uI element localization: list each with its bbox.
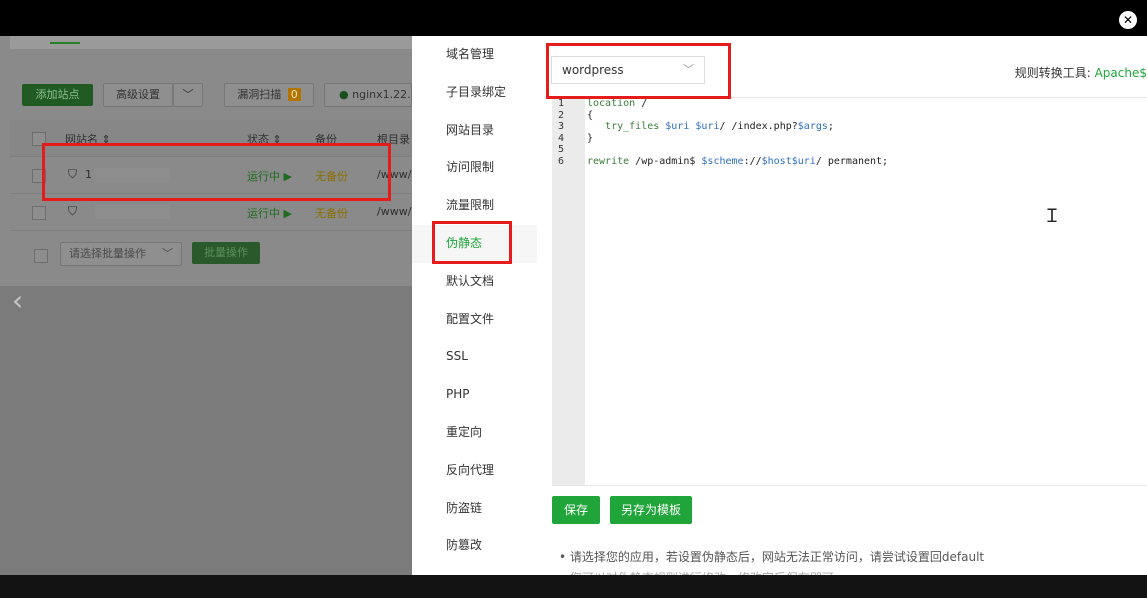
chevron-down-icon: ﹀ <box>182 88 194 101</box>
nav-item[interactable]: 子目录绑定 <box>412 74 537 112</box>
dialog-title-bar: ✕ <box>0 0 1147 36</box>
rewrite-rules-panel: wordpress ﹀ 规则转换工具: Apache$ 123456 locat… <box>537 36 1147 585</box>
col-backup: 备份 <box>315 133 337 146</box>
site-tabs <box>10 36 412 49</box>
nav-item[interactable]: 防盗链 <box>412 490 537 528</box>
redacted-site-name <box>95 168 170 182</box>
line-number: 5 <box>558 144 565 155</box>
nginx-icon: ● <box>339 88 349 101</box>
site-backup[interactable]: 无备份 <box>315 168 348 184</box>
line-number: 1 <box>558 98 565 109</box>
code-line[interactable]: try_files $uri $uri/ /index.php?$args; <box>587 121 1147 133</box>
nginx-status-button[interactable]: ● nginx1.22. <box>324 83 412 107</box>
nav-item[interactable]: 域名管理 <box>412 36 537 74</box>
select-value: wordpress <box>562 63 624 77</box>
col-status[interactable]: 状态 ⇕ <box>247 131 282 147</box>
col-site-name[interactable]: 网站名 ⇕ <box>65 131 111 147</box>
vuln-scan-label: 漏洞扫描 <box>237 88 282 101</box>
code-line[interactable]: location / <box>587 98 1147 110</box>
nav-item[interactable]: 配置文件 <box>412 301 537 339</box>
site-backup[interactable]: 无备份 <box>315 205 348 221</box>
line-number: 4 <box>558 132 565 144</box>
add-site-button[interactable]: 添加站点 <box>22 84 93 106</box>
waf-shield-icon: ⛉ <box>68 167 78 181</box>
site-status[interactable]: 运行中 ▶ <box>247 205 292 221</box>
vuln-count-badge: 0 <box>287 88 301 101</box>
nav-item[interactable]: 访问限制 <box>412 149 537 187</box>
rewrite-template-select[interactable]: wordpress ﹀ <box>551 56 705 84</box>
waf-shield-icon: ⛉ <box>68 204 78 218</box>
save-as-template-button[interactable]: 另存为模板 <box>610 496 692 524</box>
site-root-path[interactable]: /www/ <box>377 168 411 181</box>
select-all-checkbox[interactable] <box>32 132 46 146</box>
nav-item[interactable]: 重定向 <box>412 414 537 452</box>
dialog-bottom-bar <box>0 575 1147 598</box>
row-checkbox[interactable] <box>32 206 46 220</box>
nginx-version: nginx1.22. <box>352 88 411 101</box>
chevron-down-icon: ﹀ <box>162 247 173 260</box>
batch-select-label: 请选择批量操作 <box>69 247 146 260</box>
advanced-settings-button[interactable]: 高级设置 <box>103 83 173 107</box>
hint-text: • 请选择您的应用，若设置伪静态后，网站无法正常访问，请尝试设置回default <box>559 550 985 564</box>
nav-item[interactable]: SSL <box>412 338 537 376</box>
nav-item[interactable]: 流量限制 <box>412 187 537 225</box>
code-line[interactable]: { <box>587 110 1147 122</box>
close-icon[interactable]: ✕ <box>1119 11 1137 29</box>
code-line[interactable]: } <box>587 133 1147 145</box>
site-list-panel: 添加站点 高级设置 ﹀ 漏洞扫描 0 ● nginx1.22. 网站名 ⇕ 状态… <box>0 36 412 286</box>
redacted-site-name <box>95 205 170 219</box>
line-number: 6 <box>558 155 565 167</box>
col-root: 根目录 <box>377 133 410 146</box>
save-button[interactable]: 保存 <box>552 496 600 524</box>
advanced-dropdown-toggle[interactable]: ﹀ <box>173 83 203 107</box>
back-arrow-icon[interactable]: ‹ <box>12 284 23 317</box>
table-header: 网站名 ⇕ 状态 ⇕ 备份 根目录 <box>10 120 412 157</box>
line-number-gutter: 123456 <box>552 98 585 485</box>
code-line[interactable] <box>587 144 1147 156</box>
nav-item[interactable]: 网站目录 <box>412 112 537 150</box>
rule-convert-tool: 规则转换工具: Apache$ <box>1015 64 1147 81</box>
settings-nav-list: 域名管理 子目录绑定 网站目录 访问限制 流量限制 伪静态 默认文档 配置文件 SSL PHP 重定… <box>412 36 537 565</box>
batch-checkbox[interactable] <box>34 249 48 263</box>
text-cursor-icon: Ｉ <box>1043 206 1061 227</box>
code-content[interactable]: location /{ try_files $uri $uri/ /index.… <box>587 98 1147 167</box>
table-row[interactable]: ⛉ 运行中 ▶ 无备份 /www/ <box>10 194 412 231</box>
code-editor[interactable]: 123456 location /{ try_files $uri $uri/ … <box>552 97 1147 486</box>
batch-operation-select[interactable]: 请选择批量操作 ﹀ <box>60 242 182 266</box>
site-status[interactable]: 运行中 ▶ <box>247 168 292 184</box>
batch-operation-button[interactable]: 批量操作 <box>192 242 260 264</box>
nav-item[interactable]: 伪静态 <box>412 224 537 263</box>
rule-convert-label: 规则转换工具: <box>1014 66 1091 80</box>
site-root-path[interactable]: /www/ <box>377 205 411 218</box>
vuln-scan-button[interactable]: 漏洞扫描 0 <box>224 83 314 107</box>
code-line[interactable]: rewrite /wp-admin$ $scheme://$host$uri/ … <box>587 156 1147 168</box>
table-row[interactable]: ⛉ 1 运行中 ▶ 无备份 /www/ <box>10 157 412 194</box>
line-number: 3 <box>558 121 565 132</box>
line-number: 2 <box>558 109 565 121</box>
settings-sidebar: 域名管理 子目录绑定 网站目录 访问限制 流量限制 伪静态 默认文档 配置文件 SSL PHP 重定… <box>412 36 537 575</box>
chevron-down-icon: ﹀ <box>683 63 694 76</box>
nav-item[interactable]: 防篡改 <box>412 527 537 565</box>
nav-item[interactable]: 反向代理 <box>412 452 537 490</box>
row-checkbox[interactable] <box>32 169 46 183</box>
nav-item[interactable]: 默认文档 <box>412 263 537 301</box>
active-tab-indicator <box>50 42 80 44</box>
apache-convert-link[interactable]: Apache$ <box>1095 66 1147 80</box>
background-site-list: 添加站点 高级设置 ﹀ 漏洞扫描 0 ● nginx1.22. 网站名 ⇕ 状态… <box>0 36 412 575</box>
site-name[interactable]: 1 <box>85 168 92 181</box>
nav-item[interactable]: PHP <box>412 376 537 414</box>
